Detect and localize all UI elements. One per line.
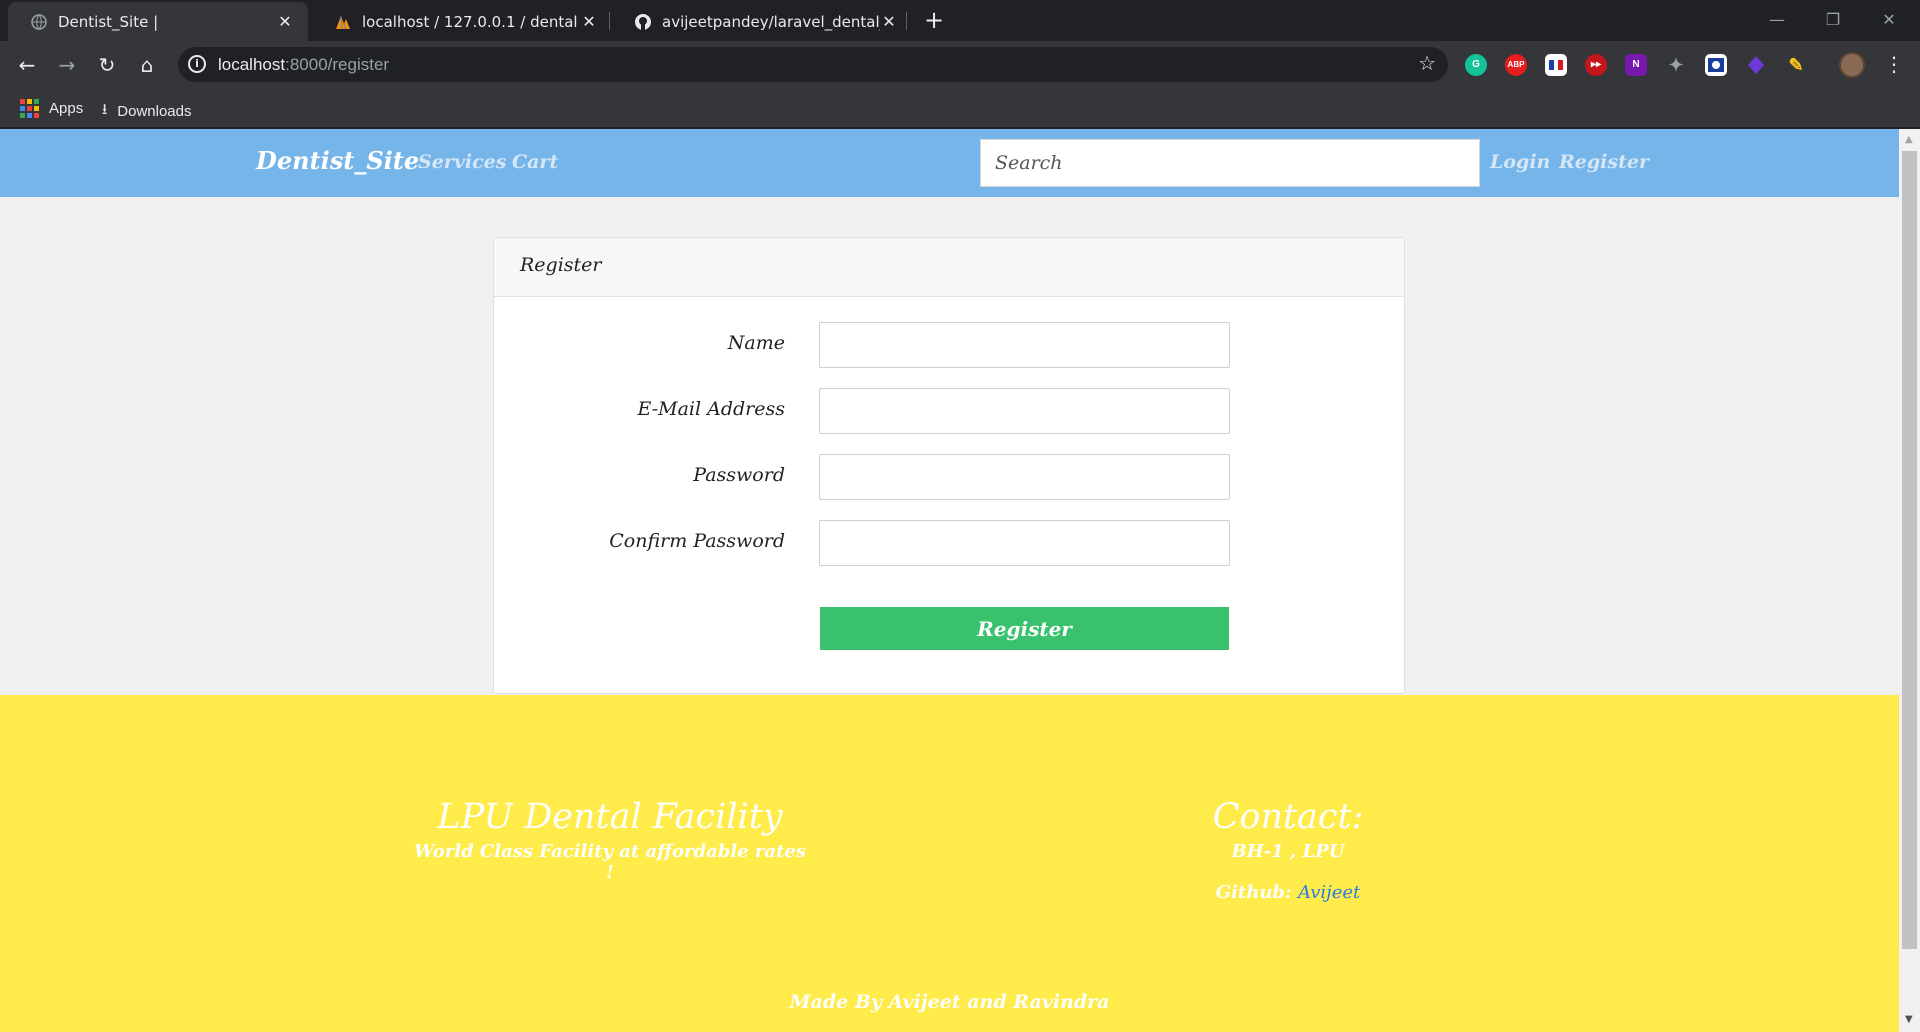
- tab-phpmyadmin[interactable]: localhost / 127.0.0.1 / dental | ph ✕: [312, 2, 612, 41]
- form-row-password: Password: [494, 454, 1406, 500]
- browser-tabstrip: Dentist_Site | ✕ localhost / 127.0.0.1 /…: [0, 0, 1920, 41]
- bookmark-star-icon[interactable]: ☆: [1418, 51, 1436, 75]
- email-label: E-Mail Address: [637, 398, 786, 420]
- puzzle-extension-icon[interactable]: ✦: [1665, 54, 1687, 76]
- bookmark-apps-label: Apps: [49, 100, 84, 117]
- name-label: Name: [727, 332, 785, 354]
- globe-icon: [30, 13, 48, 31]
- url-text: localhost:8000/register: [218, 55, 390, 74]
- email-input[interactable]: [819, 388, 1230, 434]
- tab-github[interactable]: avijeetpandey/laravel_dental_site ✕: [612, 2, 912, 41]
- tab-separator: [609, 12, 610, 30]
- bookmark-apps[interactable]: Apps: [20, 99, 83, 118]
- footer-credits: Made By Avijeet and Ravindra: [789, 991, 1110, 1013]
- site-brand[interactable]: Dentist_Site: [256, 146, 419, 175]
- github-link[interactable]: Avijeet: [1298, 882, 1360, 903]
- footer-tagline: World Class Facility at affordable rates…: [414, 841, 806, 883]
- nav-link-register[interactable]: Register: [1559, 151, 1649, 173]
- card-title: Register: [494, 238, 1404, 297]
- highlighter-icon[interactable]: ✎: [1785, 54, 1807, 76]
- register-card: Register Name E-Mail Address Password Co…: [493, 237, 1405, 694]
- phpmyadmin-icon: [334, 13, 352, 31]
- close-tab-icon[interactable]: ✕: [580, 12, 598, 31]
- close-window-icon[interactable]: ✕: [1866, 6, 1912, 34]
- tab-title: localhost / 127.0.0.1 / dental | ph: [362, 12, 580, 31]
- github-label: Github:: [1215, 882, 1292, 903]
- form-row-email: E-Mail Address: [494, 388, 1406, 434]
- close-tab-icon[interactable]: ✕: [276, 12, 294, 31]
- register-button[interactable]: Register: [820, 607, 1229, 650]
- site-info-icon[interactable]: i: [188, 55, 206, 73]
- back-arrow-icon[interactable]: ←: [12, 50, 42, 80]
- profile-avatar[interactable]: [1839, 52, 1865, 78]
- site-footer: LPU Dental Facility World Class Facility…: [0, 695, 1899, 1032]
- gem-extension-icon[interactable]: [1745, 54, 1767, 76]
- contact-github: Github: Avijeet: [1138, 882, 1438, 903]
- reload-icon[interactable]: ↻: [92, 50, 122, 80]
- confirm-password-label: Confirm Password: [609, 530, 785, 552]
- address-bar[interactable]: i localhost:8000/register ☆: [178, 47, 1448, 82]
- github-icon: [634, 13, 652, 31]
- scroll-up-arrow-icon[interactable]: ▲: [1905, 134, 1913, 145]
- name-input[interactable]: [819, 322, 1230, 368]
- home-icon[interactable]: ⌂: [132, 50, 162, 80]
- extension-flag-icon[interactable]: [1545, 54, 1567, 76]
- grammarly-icon[interactable]: G: [1465, 54, 1487, 76]
- close-tab-icon[interactable]: ✕: [880, 12, 898, 31]
- onenote-icon[interactable]: N: [1625, 54, 1647, 76]
- adblock-icon[interactable]: ABP: [1505, 54, 1527, 76]
- form-row-confirm-password: Confirm Password: [494, 520, 1406, 566]
- contact-heading: Contact:: [1212, 797, 1364, 837]
- tab-title: Dentist_Site |: [58, 12, 159, 31]
- footer-about: LPU Dental Facility World Class Facility…: [410, 797, 810, 883]
- bookmark-downloads-label: Downloads: [117, 103, 192, 120]
- browser-toolbar: ← → ↻ ⌂ i localhost:8000/register ☆ G AB…: [0, 41, 1920, 88]
- tab-title: avijeetpandey/laravel_dental_site: [662, 12, 880, 31]
- password-input[interactable]: [819, 454, 1230, 500]
- nav-link-services[interactable]: Services: [418, 151, 506, 173]
- nav-link-login[interactable]: Login: [1490, 151, 1550, 173]
- search-input[interactable]: [980, 139, 1480, 187]
- new-tab-button[interactable]: +: [920, 6, 948, 34]
- bookmarks-bar: Apps ⭳ Downloads: [0, 88, 1920, 128]
- page-viewport: Dentist_Site Services Cart Login Registe…: [0, 129, 1899, 1032]
- screen-capture-icon[interactable]: [1705, 54, 1727, 76]
- download-icon: ⭳: [102, 101, 108, 118]
- contact-address: BH-1 , LPU: [1231, 841, 1345, 862]
- browser-menu-icon[interactable]: ⋮: [1884, 50, 1904, 78]
- footer-heading: LPU Dental Facility: [437, 797, 783, 837]
- video-speed-icon[interactable]: ▸▸: [1585, 54, 1607, 76]
- page-scrollbar[interactable]: ▲ ▼: [1899, 129, 1920, 1032]
- restore-icon[interactable]: ❐: [1810, 6, 1856, 34]
- bookmark-downloads[interactable]: ⭳ Downloads: [102, 99, 191, 124]
- scrollbar-thumb[interactable]: [1902, 151, 1917, 949]
- tab-separator: [906, 12, 907, 30]
- forward-arrow-icon[interactable]: →: [52, 50, 82, 80]
- confirm-password-input[interactable]: [819, 520, 1230, 566]
- site-navbar: Dentist_Site Services Cart Login Registe…: [0, 129, 1899, 197]
- password-label: Password: [693, 464, 785, 486]
- scroll-down-arrow-icon[interactable]: ▼: [1905, 1014, 1913, 1025]
- nav-link-cart[interactable]: Cart: [512, 151, 558, 173]
- minimize-icon[interactable]: —: [1754, 6, 1800, 34]
- form-row-name: Name: [494, 322, 1406, 368]
- apps-grid-icon: [20, 99, 39, 118]
- tab-dentist-site[interactable]: Dentist_Site | ✕: [8, 2, 308, 41]
- footer-contact: Contact: BH-1 , LPU Github: Avijeet: [1138, 797, 1438, 903]
